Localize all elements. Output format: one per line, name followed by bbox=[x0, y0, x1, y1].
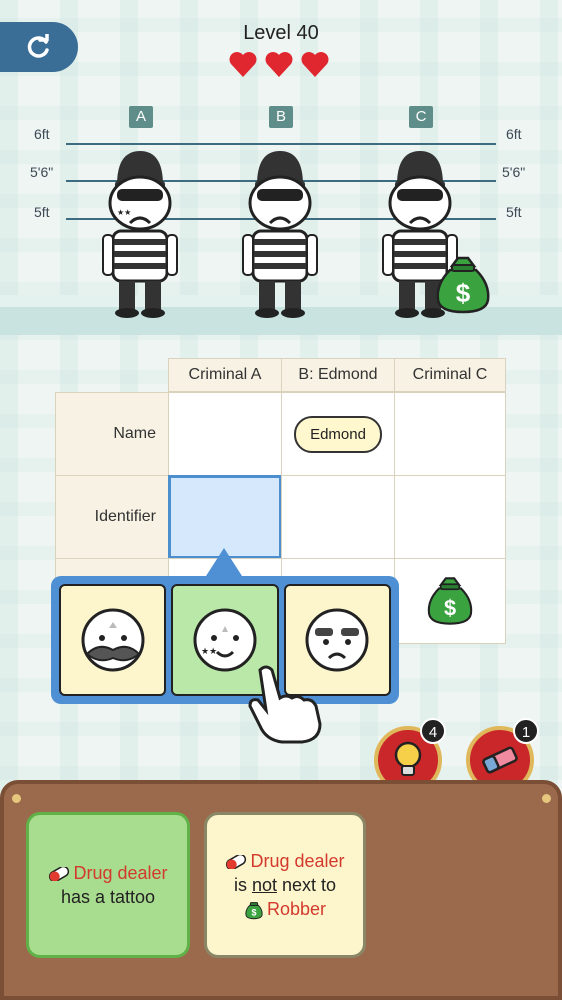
height-label: 5'6" bbox=[30, 164, 54, 180]
cell-role-c[interactable]: $ bbox=[394, 558, 506, 644]
option-mustache[interactable] bbox=[59, 584, 167, 696]
svg-text:$: $ bbox=[456, 278, 471, 308]
suspect-a[interactable]: ★★ bbox=[95, 145, 185, 320]
row-header-identifier: Identifier bbox=[55, 475, 169, 559]
clue-role: Robber bbox=[266, 899, 327, 919]
column-header-c: Criminal C bbox=[394, 358, 506, 392]
identifier-picker: ★★ bbox=[51, 576, 399, 704]
clue-negation: not bbox=[251, 875, 277, 895]
level-title: Level 40 bbox=[243, 22, 319, 44]
pill-icon bbox=[226, 855, 247, 870]
svg-text:★★: ★★ bbox=[201, 646, 217, 656]
svg-text:$: $ bbox=[444, 595, 456, 620]
clue-text: next to bbox=[276, 875, 337, 895]
height-label: 5ft bbox=[506, 204, 522, 220]
cell-identifier-a[interactable] bbox=[168, 475, 282, 559]
svg-text:$: $ bbox=[251, 908, 256, 918]
name-pill[interactable]: Edmond bbox=[294, 415, 382, 453]
clue-role: Drug dealer bbox=[73, 863, 168, 883]
hint-count-badge: 4 bbox=[420, 718, 446, 744]
cell-name-a[interactable] bbox=[168, 392, 282, 476]
clue-board: Drug dealer has a tattoo Drug dealer is … bbox=[0, 780, 562, 1000]
eraser-icon bbox=[482, 746, 518, 774]
suspect-lineup: A B C 6ft 5'6" 5ft 6ft 5'6" 5ft ★★ $ bbox=[0, 100, 562, 335]
eraser-count-badge: 1 bbox=[513, 718, 539, 744]
money-bag-icon: $ bbox=[245, 902, 263, 920]
mustache-face-icon bbox=[81, 608, 145, 672]
clue-text: is bbox=[233, 875, 252, 895]
heart-icon bbox=[265, 52, 293, 77]
tag-c: C bbox=[409, 106, 433, 128]
height-label: 5'6" bbox=[502, 164, 526, 180]
board-pin bbox=[542, 794, 551, 803]
suspect-b[interactable] bbox=[235, 145, 325, 320]
clue-role: Drug dealer bbox=[250, 851, 345, 871]
picker-pointer bbox=[206, 548, 242, 576]
money-bag-icon: $ bbox=[436, 256, 490, 314]
height-label: 5ft bbox=[34, 204, 50, 220]
lives bbox=[228, 50, 330, 78]
heart-icon bbox=[301, 52, 329, 77]
height-label: 6ft bbox=[34, 126, 50, 142]
clue-text: has a tattoo bbox=[60, 887, 156, 907]
cell-identifier-b[interactable] bbox=[281, 475, 395, 559]
cell-identifier-c[interactable] bbox=[394, 475, 506, 559]
money-bag-icon: $ bbox=[427, 577, 473, 625]
board-pin bbox=[12, 794, 21, 803]
clue-card-2[interactable]: Drug dealer is not next to $ Robber bbox=[204, 812, 366, 958]
svg-text:★★: ★★ bbox=[117, 208, 131, 217]
heart-icon bbox=[229, 52, 257, 77]
pointer-hand-icon bbox=[248, 665, 322, 744]
clue-card-1[interactable]: Drug dealer has a tattoo bbox=[26, 812, 190, 958]
tag-b: B bbox=[269, 106, 293, 128]
column-header-b: B: Edmond bbox=[281, 358, 395, 392]
pill-icon bbox=[49, 867, 70, 882]
tag-a: A bbox=[129, 106, 153, 128]
lightbulb-icon bbox=[394, 741, 422, 776]
row-header-name: Name bbox=[55, 392, 169, 476]
height-label: 6ft bbox=[506, 126, 522, 142]
column-header-a: Criminal A bbox=[168, 358, 282, 392]
cell-name-b[interactable]: Edmond bbox=[281, 392, 395, 476]
cell-name-c[interactable] bbox=[394, 392, 506, 476]
